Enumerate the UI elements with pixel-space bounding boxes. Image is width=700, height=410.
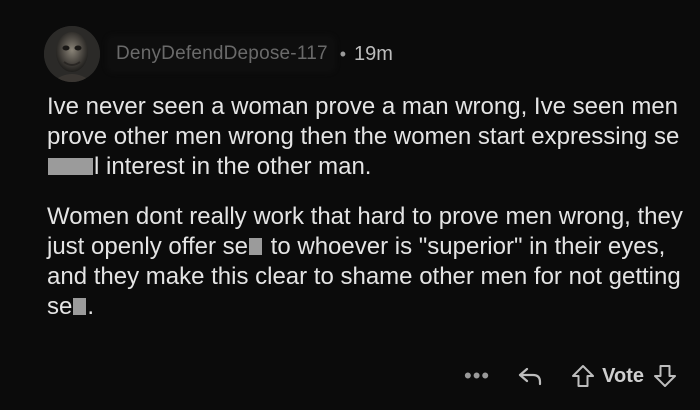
- comment-timestamp: 19m: [354, 42, 393, 65]
- downvote-arrow-icon[interactable]: [652, 363, 678, 389]
- comment-paragraph-2: Women dont really work that hard to prov…: [47, 202, 687, 322]
- avatar-image: [44, 26, 100, 82]
- paragraph-1-text-a: Ive never seen a woman prove a man wrong…: [47, 93, 680, 150]
- vote-control: Vote: [570, 363, 678, 389]
- comment-meta: DenyDefendDepose-117 • 19m: [106, 34, 393, 74]
- upvote-arrow-icon[interactable]: [570, 363, 596, 389]
- user-avatar[interactable]: [44, 26, 100, 82]
- comment-header: DenyDefendDepose-117 • 19m: [44, 24, 393, 84]
- paragraph-1-text-b: l interest in the other man.: [94, 153, 372, 180]
- username-text: DenyDefendDepose-117: [116, 43, 328, 64]
- paragraph-2-text-c: .: [87, 293, 95, 320]
- reply-icon[interactable]: [516, 362, 544, 390]
- comment-card: DenyDefendDepose-117 • 19m Ive never see…: [0, 0, 700, 410]
- redaction-box: [48, 158, 93, 175]
- comment-actions: ••• Vote: [464, 356, 678, 396]
- vote-label: Vote: [602, 364, 644, 387]
- more-options-button[interactable]: •••: [464, 363, 490, 389]
- meta-separator: •: [339, 43, 347, 64]
- comment-body: Ive never seen a woman prove a man wrong…: [47, 92, 687, 342]
- redaction-box: [73, 298, 87, 315]
- comment-paragraph-1: Ive never seen a woman prove a man wrong…: [47, 92, 687, 182]
- username[interactable]: DenyDefendDepose-117: [106, 35, 336, 73]
- redaction-box: [249, 238, 263, 255]
